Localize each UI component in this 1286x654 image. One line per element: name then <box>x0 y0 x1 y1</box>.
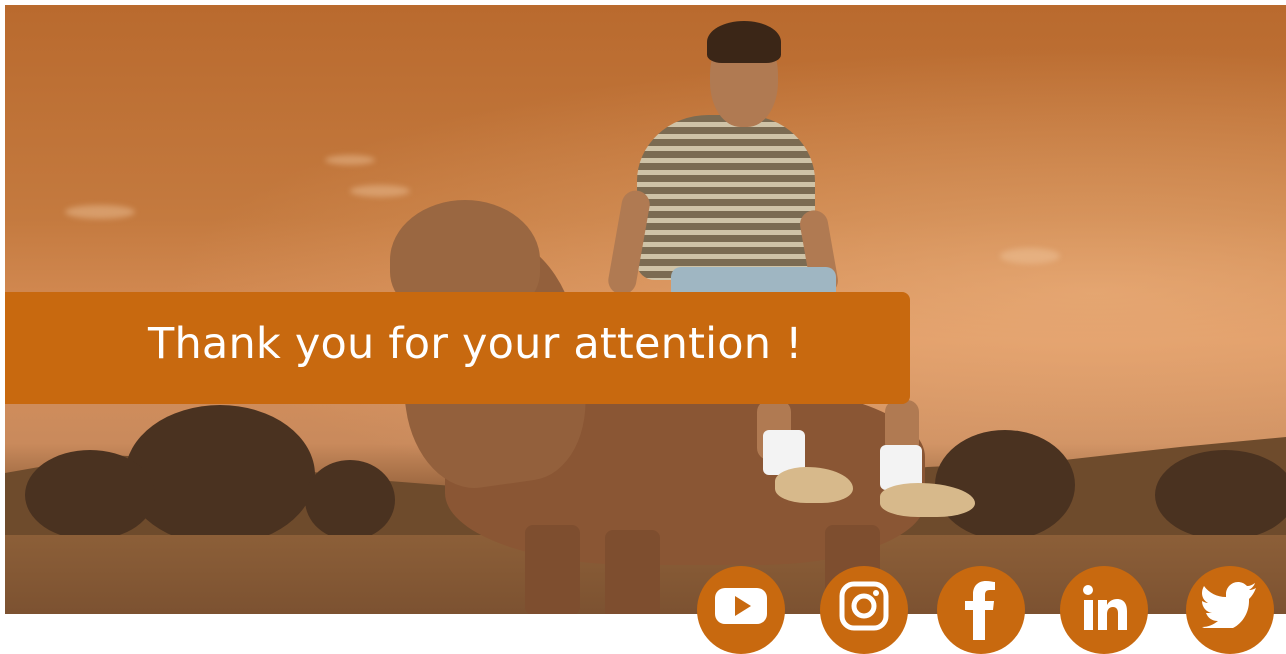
cloud <box>65 205 135 219</box>
facebook-icon <box>965 581 995 640</box>
man-torso <box>637 115 815 280</box>
youtube-icon <box>715 588 767 624</box>
cow-leg <box>605 530 660 614</box>
instagram-icon <box>839 581 889 631</box>
twitter-button[interactable] <box>1186 566 1274 654</box>
tree <box>935 430 1075 540</box>
tree <box>125 405 315 545</box>
twitter-icon <box>1202 582 1256 628</box>
facebook-button[interactable] <box>937 566 1025 654</box>
linkedin-button[interactable] <box>1060 566 1148 654</box>
tree <box>305 460 395 540</box>
cloud <box>1000 248 1060 264</box>
tree <box>25 450 155 540</box>
title-banner: Thank you for your attention ! <box>5 292 910 404</box>
instagram-button[interactable] <box>820 566 908 654</box>
cow-leg <box>525 525 580 614</box>
linkedin-icon <box>1083 585 1127 630</box>
cloud <box>350 185 410 197</box>
man-hair <box>707 21 781 63</box>
cloud <box>325 155 375 165</box>
slide-title: Thank you for your attention ! <box>148 319 803 369</box>
youtube-button[interactable] <box>697 566 785 654</box>
tree <box>1155 450 1286 540</box>
